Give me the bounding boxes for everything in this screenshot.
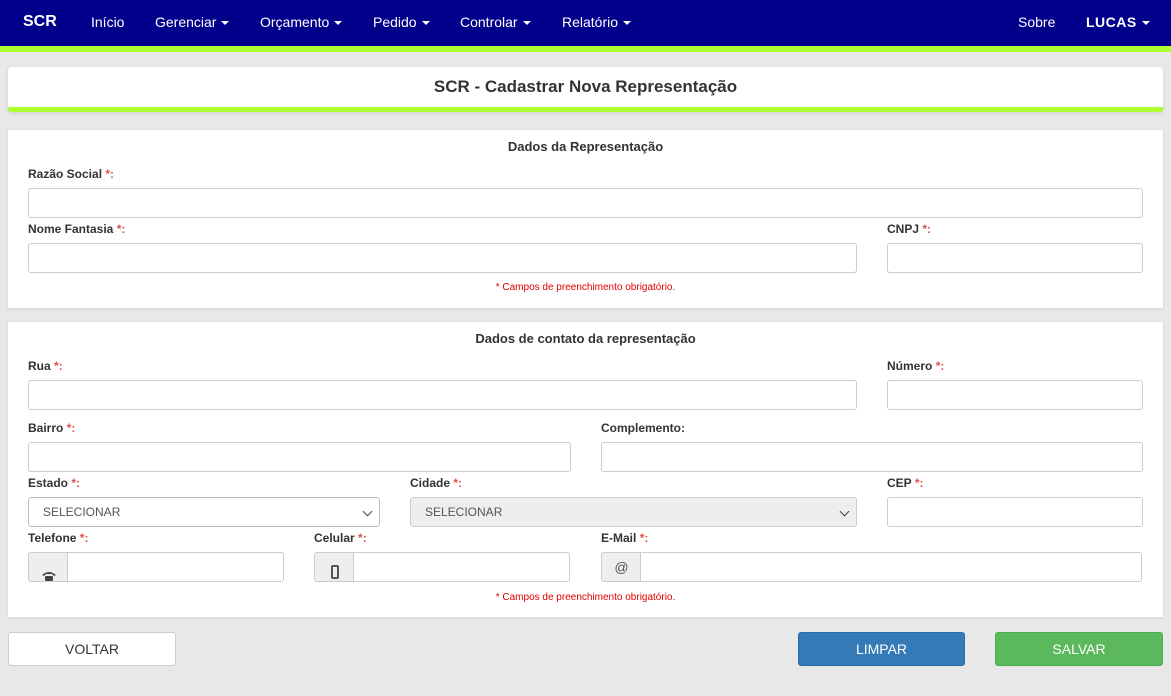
nav-pedido[interactable]: Pedido: [373, 0, 430, 46]
bairro-input[interactable]: [28, 442, 571, 472]
contact-data-panel: Dados de contato da representação Rua *:…: [8, 322, 1163, 617]
telephone-icon: [41, 572, 56, 581]
label-text: Número: [887, 359, 933, 373]
rua-input[interactable]: [28, 380, 857, 410]
required-mark: *:: [66, 421, 76, 435]
razao-social-input[interactable]: [28, 188, 1143, 218]
nav-relatorio-label: Relatório: [562, 14, 619, 30]
section-heading: Dados da Representação: [507, 139, 664, 154]
cidade-selected-value: SELECIONAR: [425, 505, 503, 519]
celular-label: Celular *:: [314, 531, 367, 545]
label-text: Rua: [28, 359, 51, 373]
top-navbar: SCR Início Gerenciar Orçamento Pedido Co…: [0, 0, 1171, 52]
label-text: Bairro: [28, 421, 64, 435]
required-mark: *:: [105, 167, 115, 181]
voltar-button[interactable]: VOLTAR: [8, 632, 176, 666]
nav-inicio-label: Início: [91, 14, 125, 30]
estado-select[interactable]: SELECIONAR: [28, 497, 380, 527]
label-text: Celular: [314, 531, 355, 545]
telephone-addon: [28, 552, 68, 582]
label-text: Cidade: [410, 476, 451, 490]
user-name: LUCAS: [1086, 14, 1137, 30]
nav-controlar[interactable]: Controlar: [460, 0, 531, 46]
estado-selected-value: SELECIONAR: [43, 505, 121, 519]
required-mark: *:: [71, 476, 81, 490]
caret-down-icon: [334, 21, 343, 26]
telefone-input[interactable]: [67, 552, 284, 582]
cep-label: CEP *:: [887, 476, 923, 490]
required-mark: *:: [54, 359, 63, 373]
cidade-select[interactable]: SELECIONAR: [410, 497, 857, 527]
nav-inicio[interactable]: Início: [91, 0, 124, 46]
label-text: Telefone: [28, 531, 77, 545]
label-text: Estado: [28, 476, 69, 490]
caret-down-icon: [623, 21, 632, 26]
salvar-button[interactable]: SALVAR: [995, 632, 1163, 666]
required-fields-note: * Campos de preenchimento obrigatório.: [495, 592, 676, 603]
cnpj-label: CNPJ *:: [887, 222, 931, 236]
nav-orcamento-label: Orçamento: [260, 14, 330, 30]
required-mark: *:: [116, 222, 126, 236]
nav-relatorio[interactable]: Relatório: [562, 0, 632, 46]
required-mark: *:: [935, 359, 945, 373]
cidade-label: Cidade *:: [410, 476, 462, 490]
celular-input[interactable]: [353, 552, 570, 582]
cep-input[interactable]: [887, 497, 1143, 527]
caret-down-icon: [522, 21, 531, 26]
section-heading: Dados de contato da representação: [475, 331, 696, 346]
nav-orcamento[interactable]: Orçamento: [260, 0, 343, 46]
chevron-down-icon: [362, 506, 373, 517]
chevron-down-icon: [839, 506, 850, 517]
page-title-panel: SCR - Cadastrar Nova Representação: [8, 67, 1163, 112]
at-sign-addon: @: [601, 552, 641, 582]
limpar-button[interactable]: LIMPAR: [798, 632, 965, 666]
nav-sobre[interactable]: Sobre: [1018, 0, 1055, 46]
label-text: Nome Fantasia: [28, 222, 114, 236]
required-mark: *:: [914, 476, 924, 490]
estado-label: Estado *:: [28, 476, 80, 490]
nav-gerenciar[interactable]: Gerenciar: [155, 0, 230, 46]
page-title: SCR - Cadastrar Nova Representação: [433, 77, 738, 96]
telefone-label: Telefone *:: [28, 531, 88, 545]
nav-controlar-label: Controlar: [460, 14, 518, 30]
label-text: Razão Social: [28, 167, 103, 181]
caret-down-icon: [1141, 21, 1150, 26]
user-menu[interactable]: LUCAS: [1086, 0, 1150, 46]
complemento-label: Complemento:: [601, 421, 685, 435]
mobile-phone-icon: [330, 565, 339, 579]
numero-label: Número *:: [887, 359, 944, 373]
required-mark: *:: [922, 222, 932, 236]
required-mark: *:: [453, 476, 463, 490]
nav-pedido-label: Pedido: [373, 14, 417, 30]
cnpj-input[interactable]: [887, 243, 1143, 273]
label-text: CNPJ: [887, 222, 920, 236]
bairro-label: Bairro *:: [28, 421, 75, 435]
email-input[interactable]: [640, 552, 1142, 582]
required-mark: *:: [79, 531, 89, 545]
required-mark: *:: [358, 531, 367, 545]
caret-down-icon: [421, 21, 430, 26]
required-mark: *:: [639, 531, 649, 545]
brand-link[interactable]: SCR: [23, 0, 57, 46]
email-label: E-Mail *:: [601, 531, 648, 545]
razao-social-label: Razão Social *:: [28, 167, 114, 181]
nav-gerenciar-label: Gerenciar: [155, 14, 217, 30]
numero-input[interactable]: [887, 380, 1143, 410]
label-text: CEP: [887, 476, 912, 490]
label-text: E-Mail: [601, 531, 637, 545]
rua-label: Rua *:: [28, 359, 63, 373]
at-sign-icon: @: [614, 559, 629, 575]
caret-down-icon: [221, 21, 230, 26]
mobile-addon: [314, 552, 354, 582]
required-fields-note: * Campos de preenchimento obrigatório.: [495, 282, 676, 293]
nome-fantasia-label: Nome Fantasia *:: [28, 222, 125, 236]
complemento-input[interactable]: [601, 442, 1143, 472]
representation-data-panel: Dados da Representação Razão Social *: N…: [8, 130, 1163, 308]
nome-fantasia-input[interactable]: [28, 243, 857, 273]
